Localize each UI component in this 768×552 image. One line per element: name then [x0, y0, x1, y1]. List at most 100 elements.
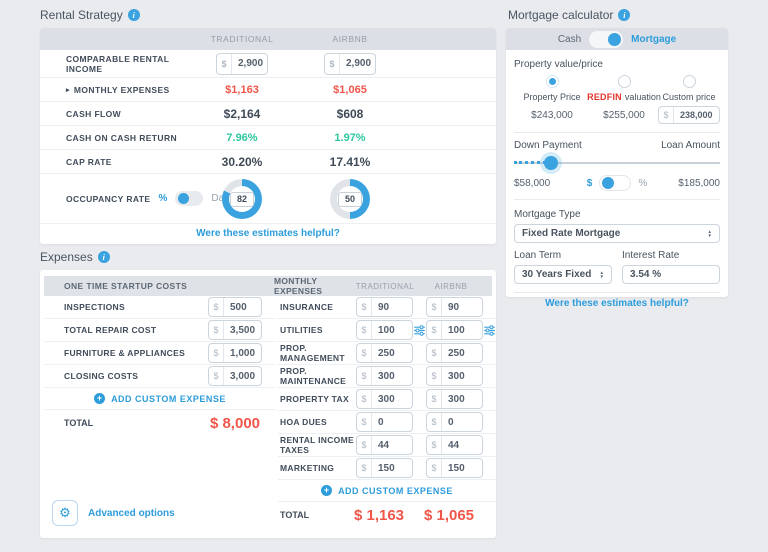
prop-maintenance-traditional-value[interactable]: [372, 367, 412, 385]
marketing-traditional-input[interactable]: $: [356, 458, 413, 478]
monthly-row-insurance: INSURANCE $ $: [278, 296, 496, 319]
closing-costs-value[interactable]: [224, 367, 261, 385]
inspections-input[interactable]: $: [208, 297, 262, 317]
prop-management-traditional-value[interactable]: [372, 344, 412, 362]
add-custom-monthly-expense-button[interactable]: + ADD CUSTOM EXPENSE: [278, 480, 496, 502]
select-arrows-icon: ▲ ▼: [708, 230, 712, 238]
rental-income-airbnb-input[interactable]: $: [324, 53, 376, 75]
hoa-dues-airbnb-input[interactable]: $: [426, 412, 483, 432]
startup-row-total-repair-cost: TOTAL REPAIR COST $: [44, 319, 276, 342]
cash-option[interactable]: Cash: [558, 34, 581, 45]
mortgage-type-select[interactable]: Fixed Rate Mortgage ▲ ▼: [514, 224, 720, 243]
custom-price-input[interactable]: $: [658, 106, 720, 124]
prop-maintenance-airbnb-input[interactable]: $: [426, 366, 483, 386]
info-icon[interactable]: i: [98, 251, 110, 263]
hoa-dues-traditional-value[interactable]: [372, 413, 412, 431]
gear-icon[interactable]: ⚙: [52, 500, 78, 526]
option-name: REDFIN valuation: [587, 92, 661, 102]
rental-income-taxes-traditional-input[interactable]: $: [356, 435, 413, 455]
occupancy-traditional-input[interactable]: [230, 192, 254, 207]
percent-unit[interactable]: %: [638, 178, 647, 189]
down-payment-amount: $58,000: [514, 178, 572, 189]
occupancy-airbnb-input[interactable]: [338, 192, 362, 207]
marketing-airbnb-input[interactable]: $: [426, 458, 483, 478]
furniture-appliances-value[interactable]: [224, 344, 261, 362]
advanced-options-link[interactable]: Advanced options: [88, 508, 175, 519]
loan-amount-label: Loan Amount: [661, 140, 720, 151]
occupancy-unit-percent[interactable]: %: [158, 193, 167, 204]
row-label: CASH ON CASH RETURN: [40, 133, 188, 143]
advanced-options: ⚙ Advanced options: [52, 500, 175, 526]
row-label: OCCUPANCY RATE: [66, 194, 150, 204]
utilities-traditional-input[interactable]: $: [356, 320, 413, 340]
property-tax-traditional-input[interactable]: $: [356, 389, 413, 409]
row-label: COMPARABLE RENTAL INCOME: [40, 54, 188, 74]
total-repair-cost-value[interactable]: [224, 321, 261, 339]
rental-income-airbnb-value[interactable]: [340, 54, 375, 74]
slider-handle[interactable]: [544, 156, 558, 170]
property-tax-airbnb-value[interactable]: [442, 390, 482, 408]
furniture-appliances-input[interactable]: $: [208, 343, 262, 363]
total-repair-cost-input[interactable]: $: [208, 320, 262, 340]
utilities-traditional-value[interactable]: [372, 321, 412, 339]
marketing-airbnb-value[interactable]: [442, 459, 482, 477]
property-tax-airbnb-input[interactable]: $: [426, 389, 483, 409]
occupancy-unit-toggle[interactable]: [175, 191, 203, 206]
cash-mortgage-toggle[interactable]: [589, 31, 623, 48]
column-header-traditional: TRADITIONAL: [354, 282, 416, 291]
adjust-sliders-icon[interactable]: [413, 325, 426, 336]
hoa-dues-airbnb-value[interactable]: [442, 413, 482, 431]
marketing-traditional-value[interactable]: [372, 459, 412, 477]
add-custom-startup-expense-button[interactable]: + ADD CUSTOM EXPENSE: [44, 388, 276, 410]
property-tax-traditional-value[interactable]: [372, 390, 412, 408]
estimates-helpful-link[interactable]: Were these estimates helpful?: [196, 228, 340, 239]
row-cap-rate: CAP RATE 30.20% 17.41%: [40, 150, 496, 174]
info-icon[interactable]: i: [128, 9, 140, 21]
rental-income-traditional-input[interactable]: $: [216, 53, 268, 75]
rental-income-traditional-value[interactable]: [232, 54, 267, 74]
hoa-dues-traditional-input[interactable]: $: [356, 412, 413, 432]
interest-rate-input[interactable]: 3.54 %: [622, 265, 720, 284]
loan-term-select[interactable]: 30 Years Fixed ▲ ▼: [514, 265, 612, 284]
currency-prefix: $: [427, 367, 442, 385]
prop-management-airbnb-value[interactable]: [442, 344, 482, 362]
insurance-airbnb-value[interactable]: [442, 298, 482, 316]
custom-price-value[interactable]: [674, 107, 719, 123]
rental-income-taxes-traditional-value[interactable]: [372, 436, 412, 454]
cap-rate-airbnb: 17.41%: [296, 155, 404, 169]
mortgage-option[interactable]: Mortgage: [631, 34, 676, 45]
down-payment-label: Down Payment: [514, 140, 582, 151]
utilities-airbnb-value[interactable]: [442, 321, 482, 339]
insurance-airbnb-input[interactable]: $: [426, 297, 483, 317]
closing-costs-input[interactable]: $: [208, 366, 262, 386]
row-monthly-expenses[interactable]: ▸ MONTHLY EXPENSES $1,163 $1,065: [40, 78, 496, 102]
option-name: Property Price: [523, 92, 580, 102]
startup-row-furniture-appliances: FURNITURE & APPLIANCES $: [44, 342, 276, 365]
expenses-title: Expenses i: [40, 250, 110, 264]
down-payment-amounts: $58,000 $ % $185,000: [514, 175, 720, 191]
adjust-sliders-icon[interactable]: [483, 325, 496, 336]
prop-maintenance-traditional-input[interactable]: $: [356, 366, 413, 386]
dollar-unit[interactable]: $: [587, 178, 593, 189]
info-icon[interactable]: i: [618, 9, 630, 21]
rental-income-taxes-airbnb-value[interactable]: [442, 436, 482, 454]
coc-return-traditional: 7.96%: [188, 132, 296, 144]
redfin-valuation-radio[interactable]: [618, 75, 631, 88]
property-price-radio[interactable]: [546, 75, 559, 88]
insurance-traditional-value[interactable]: [372, 298, 412, 316]
estimates-helpful-link[interactable]: Were these estimates helpful?: [545, 298, 689, 309]
caret-right-icon: ▸: [66, 86, 70, 94]
loan-term-label: Loan Term: [514, 250, 612, 261]
inspections-value[interactable]: [224, 298, 261, 316]
prop-management-airbnb-input[interactable]: $: [426, 343, 483, 363]
prop-management-traditional-input[interactable]: $: [356, 343, 413, 363]
rental-income-taxes-airbnb-input[interactable]: $: [426, 435, 483, 455]
payment-mode-bar: Cash Mortgage: [506, 28, 728, 50]
insurance-traditional-input[interactable]: $: [356, 297, 413, 317]
dollar-percent-toggle[interactable]: [599, 175, 631, 191]
custom-price-radio[interactable]: [683, 75, 696, 88]
prop-maintenance-airbnb-value[interactable]: [442, 367, 482, 385]
add-custom-expense-label: ADD CUSTOM EXPENSE: [338, 486, 453, 496]
utilities-airbnb-input[interactable]: $: [426, 320, 483, 340]
expenses-table-header: ONE TIME STARTUP COSTS MONTHLY EXPENSES …: [44, 276, 492, 296]
